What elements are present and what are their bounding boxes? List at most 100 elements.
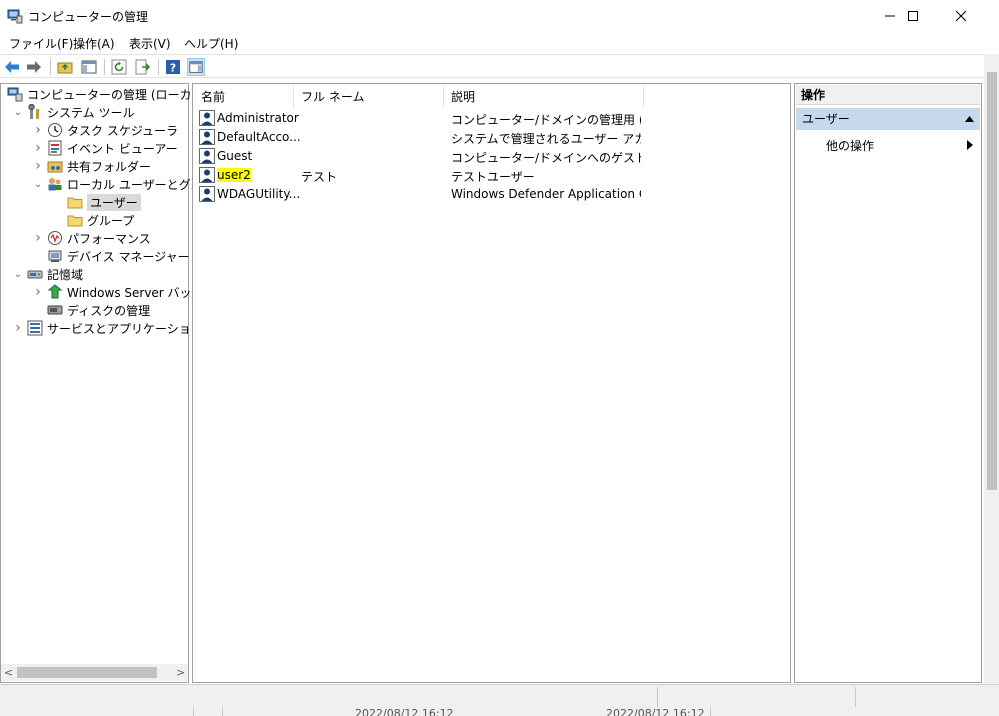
toolbar: ?: [0, 54, 984, 78]
tree-item[interactable]: › タスク スケジューラ: [31, 121, 178, 139]
show-hide-tree-icon[interactable]: [80, 58, 98, 76]
maximize-icon: [908, 11, 918, 21]
scrollbar-thumb[interactable]: [987, 72, 997, 490]
tree-item[interactable]: › 共有フォルダー: [31, 157, 151, 175]
tree-item-label: サービスとアプリケーション: [47, 321, 203, 336]
table-row[interactable]: Guest コンピューター/ドメインへのゲスト アクセ...: [197, 147, 787, 166]
menu-help[interactable]: ヘルプ(H): [184, 35, 238, 52]
tree-item[interactable]: › イベント ビューアー: [31, 139, 178, 157]
forward-arrow-icon[interactable]: [25, 58, 43, 76]
background-timestamp: 2022/08/12 16:12: [355, 707, 454, 716]
menu-action[interactable]: 操作(A): [73, 35, 115, 52]
expand-closed-icon[interactable]: ›: [31, 122, 45, 138]
close-button[interactable]: [938, 0, 984, 32]
cell-name: user2: [217, 168, 251, 182]
tree-item[interactable]: コンピューターの管理 (ローカル): [5, 85, 208, 103]
tree-item[interactable]: › Windows Server バックア: [31, 283, 215, 301]
scrollbar-thumb[interactable]: [17, 667, 157, 678]
refresh-icon[interactable]: [110, 58, 128, 76]
background-timestamp: 2022/08/12 16:12: [606, 707, 705, 716]
cell-description: コンピューター/ドメインへのゲスト アクセ...: [451, 151, 641, 165]
tree-item[interactable]: ユーザー: [51, 193, 141, 211]
user-icon: [199, 129, 215, 145]
collapse-up-icon[interactable]: [965, 116, 974, 122]
tree-item[interactable]: › サービスとアプリケーション: [11, 319, 203, 337]
scroll-left-icon[interactable]: <: [4, 666, 13, 679]
toolbar-separator: [158, 59, 159, 75]
tree-item-label: イベント ビューアー: [67, 141, 178, 156]
tree-item[interactable]: › パフォーマンス: [31, 229, 151, 247]
tree-item[interactable]: ⌄ システム ツール: [11, 103, 134, 121]
submenu-arrow-icon[interactable]: [967, 140, 973, 150]
up-folder-icon[interactable]: [56, 58, 74, 76]
tree-item[interactable]: ディスクの管理: [31, 301, 150, 319]
cell-name: WDAGUtility...: [217, 187, 301, 201]
column-header-name[interactable]: 名前: [194, 86, 294, 108]
cell-description: コンピューター/ドメインの管理用 (ビルト...: [451, 113, 641, 127]
expand-open-icon[interactable]: ⌄: [31, 177, 45, 191]
cell-name: Administrator: [217, 111, 299, 125]
tree-item[interactable]: ⌄ 記憶域: [11, 265, 83, 283]
show-action-pane-icon[interactable]: [187, 58, 205, 76]
expand-closed-icon[interactable]: ›: [31, 230, 45, 246]
tree-horizontal-scrollbar[interactable]: < >: [1, 664, 188, 681]
device-manager-icon: [48, 250, 62, 262]
computer-management-icon: [7, 9, 23, 24]
clock-icon: [48, 123, 62, 137]
table-row[interactable]: DefaultAcco... システムで管理されるユーザー アカウン...: [197, 128, 787, 147]
disk-icon: [47, 305, 63, 315]
background-separator: [222, 708, 223, 716]
status-separator: [657, 687, 658, 707]
window-vertical-scrollbar[interactable]: [984, 54, 999, 688]
tree-item-label: デバイス マネージャー: [67, 249, 190, 264]
action-more-operations[interactable]: 他の操作: [826, 137, 874, 154]
action-section-users[interactable]: ユーザー: [796, 108, 980, 130]
maximize-button[interactable]: [890, 0, 936, 32]
tree-item[interactable]: デバイス マネージャー: [31, 247, 190, 265]
expand-closed-icon[interactable]: ›: [31, 158, 45, 174]
tree-item-label: タスク スケジューラ: [67, 123, 178, 138]
folder-icon: [67, 215, 83, 227]
status-separator: [855, 687, 856, 707]
menu-file[interactable]: ファイル(F): [9, 35, 73, 52]
title-bar: コンピューターの管理: [0, 0, 999, 32]
action-section-label: ユーザー: [802, 112, 850, 126]
navigation-tree: コンピューターの管理 (ローカル) ⌄ システム ツール › タスク スケジューラ › イベ…: [0, 83, 226, 683]
expand-closed-icon[interactable]: ›: [31, 284, 45, 300]
toolbar-separator: [104, 59, 105, 75]
export-list-icon[interactable]: [134, 58, 152, 76]
back-arrow-icon[interactable]: [3, 58, 21, 76]
tree-item-label: ユーザー: [87, 193, 141, 211]
tree-item-label: ディスクの管理: [67, 303, 151, 318]
action-pane-title: 操作: [796, 85, 980, 105]
cell-description: システムで管理されるユーザー アカウン...: [451, 132, 641, 146]
cell-description: Windows Defender Application G...: [451, 187, 641, 201]
menu-view[interactable]: 表示(V): [129, 35, 171, 52]
expand-closed-icon[interactable]: ›: [11, 320, 25, 336]
cell-name: DefaultAcco...: [217, 130, 301, 144]
background-separator: [710, 708, 711, 716]
computer-icon: [7, 87, 23, 102]
table-row[interactable]: Administrator コンピューター/ドメインの管理用 (ビルト...: [197, 109, 787, 128]
backup-icon: [47, 284, 63, 299]
expand-open-icon[interactable]: ⌄: [11, 105, 25, 119]
expand-closed-icon[interactable]: ›: [31, 140, 45, 156]
scroll-right-icon[interactable]: >: [176, 666, 185, 679]
close-icon: [956, 11, 966, 21]
tree-item-label: 共有フォルダー: [67, 159, 152, 174]
toolbar-separator: [50, 59, 51, 75]
column-header-description[interactable]: 説明: [444, 86, 644, 108]
window-title: コンピューターの管理: [28, 10, 149, 24]
column-header-full-name[interactable]: フル ネーム: [294, 86, 444, 108]
user-icon: [199, 110, 215, 126]
help-icon[interactable]: ?: [164, 58, 182, 76]
table-row[interactable]: user2 テスト テストユーザー: [197, 166, 787, 185]
action-pane: 操作 ユーザー 他の操作: [794, 83, 982, 683]
table-row[interactable]: WDAGUtility... Windows Defender Applicati…: [197, 185, 787, 204]
expand-open-icon[interactable]: ⌄: [11, 267, 25, 281]
tree-item[interactable]: グループ: [51, 211, 134, 229]
user-icon: [199, 167, 215, 183]
